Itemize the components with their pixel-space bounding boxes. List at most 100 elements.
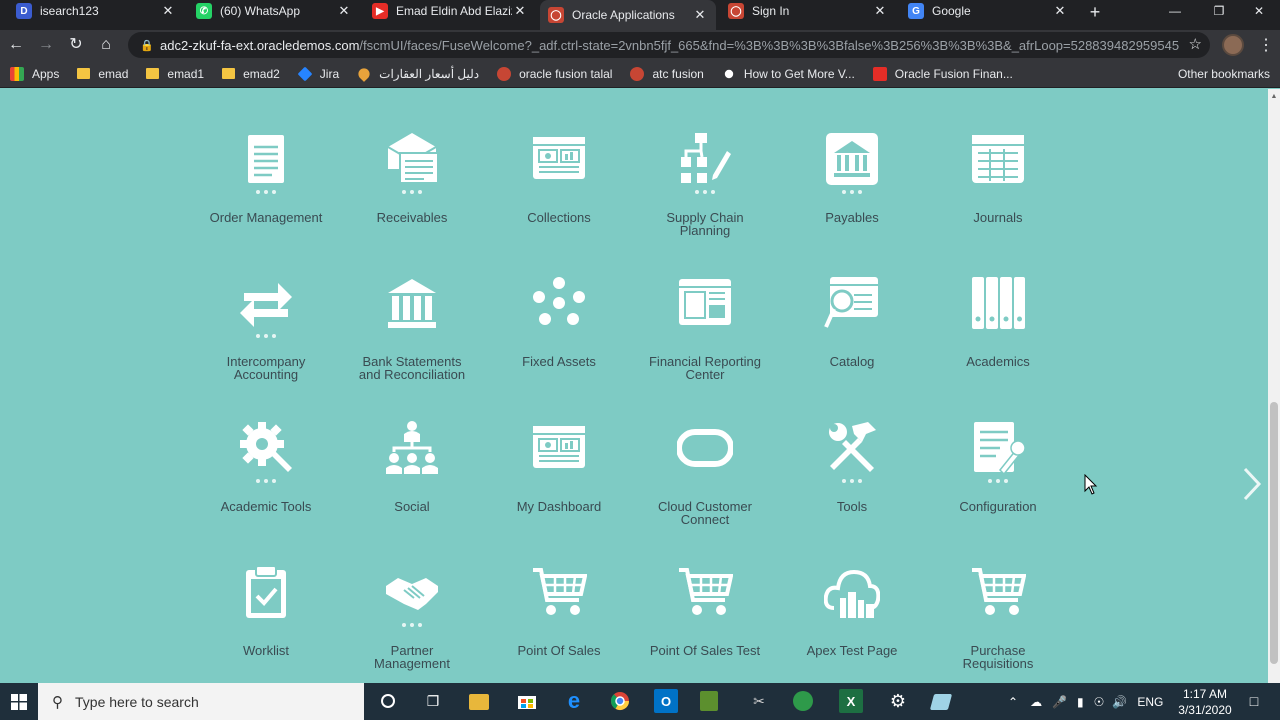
tile-label: Intercompany Accounting: [226, 354, 306, 382]
new-tab-button[interactable]: +: [1086, 3, 1104, 21]
internet-explorer-icon[interactable]: e: [562, 688, 586, 713]
wifi-icon[interactable]: ☉: [1094, 695, 1105, 709]
taskbar-search-placeholder: Type here to search: [75, 693, 199, 710]
show-hidden-icons-chevron-icon[interactable]: ⌃: [1008, 695, 1018, 709]
task-view-icon[interactable]: ❐: [421, 689, 445, 713]
close-tab-icon[interactable]: ✕: [336, 3, 352, 19]
tab-title: Emad Eldin Abd Elaziz -: [396, 4, 512, 18]
more-options-dots-icon[interactable]: [256, 190, 276, 196]
snipping-tool-icon[interactable]: ✂: [747, 689, 771, 713]
green-app-icon[interactable]: [793, 691, 813, 711]
more-options-dots-icon[interactable]: [402, 190, 422, 196]
envelope-invoice-icon: [387, 133, 439, 184]
other-bookmarks[interactable]: Other bookmarks: [1157, 67, 1270, 81]
next-page-arrow-icon[interactable]: [1240, 464, 1264, 504]
close-tab-icon[interactable]: ✕: [1052, 3, 1068, 19]
profile-avatar[interactable]: [1222, 34, 1244, 56]
back-arrow-icon[interactable]: ←: [6, 35, 26, 55]
bookmark-item[interactable]: emad1: [146, 67, 204, 81]
bank-building-icon: [826, 133, 878, 185]
bookmark-item[interactable]: Apps: [10, 66, 59, 81]
bookmark-label: How to Get More V...: [743, 66, 855, 81]
search-icon: ⚲: [52, 693, 63, 711]
apps-grid-icon: [10, 66, 24, 81]
vertical-scrollbar[interactable]: ▲: [1268, 89, 1280, 683]
bank-columns-icon: [388, 279, 436, 328]
scroll-up-arrow-icon[interactable]: ▲: [1270, 93, 1278, 101]
more-options-dots-icon[interactable]: [695, 190, 715, 196]
browser-tab[interactable]: ◯ Sign In ✕: [720, 0, 896, 22]
tab-title: Oracle Applications: [572, 8, 675, 22]
folder-icon: [1157, 69, 1170, 80]
tile-label: Apex Test Page: [806, 643, 898, 658]
bookmark-item[interactable]: Jira: [297, 66, 339, 81]
tile-label: Worklist: [243, 643, 289, 658]
reload-icon[interactable]: ↻: [66, 35, 86, 55]
volume-icon[interactable]: 🔊: [1112, 695, 1127, 709]
close-window-button[interactable]: ✕: [1236, 0, 1280, 22]
folder-icon: [222, 68, 236, 79]
project-file-icon[interactable]: [700, 691, 718, 711]
more-options-dots-icon[interactable]: [256, 334, 276, 340]
notepad-icon[interactable]: [929, 694, 953, 710]
store-icon[interactable]: [515, 689, 539, 713]
windows-start-button[interactable]: [0, 683, 38, 720]
cloud-city-icon: [824, 569, 880, 618]
close-tab-icon[interactable]: ✕: [160, 3, 176, 19]
bookmark-item[interactable]: oracle fusion talal: [497, 66, 612, 81]
file-explorer-icon[interactable]: [469, 694, 489, 710]
notifications-icon[interactable]: □: [1242, 689, 1266, 713]
tile-label: Bank Statements and Reconciliation: [358, 354, 466, 382]
language-indicator[interactable]: ENG: [1137, 695, 1163, 709]
bookmark-item[interactable]: How to Get More V...: [722, 67, 855, 81]
clock-date: 3/31/2020: [1178, 703, 1232, 717]
folder-icon: [77, 68, 91, 79]
supply-chain-icon: [681, 133, 731, 183]
bookmark-item[interactable]: دليل أسعار العقارات: [356, 65, 480, 82]
gear-wrench-icon: [240, 422, 292, 472]
bookmark-item[interactable]: emad: [77, 67, 128, 81]
forward-arrow-icon[interactable]: →: [36, 35, 56, 55]
close-tab-icon[interactable]: ✕: [692, 7, 708, 23]
youtube-icon: [872, 66, 887, 81]
browser-tab[interactable]: ▶ Emad Eldin Abd Elaziz - ✕: [364, 0, 536, 22]
battery-icon[interactable]: ▮: [1077, 695, 1084, 709]
url-path: /fscmUI/faces/FuseWelcome?_adf.ctrl-stat…: [359, 37, 1180, 53]
exchange-arrows-icon: [240, 283, 292, 327]
oracle-icon: ◯: [548, 7, 564, 23]
close-tab-icon[interactable]: ✕: [512, 3, 528, 19]
browser-tab[interactable]: ◯ Oracle Applications ✕: [540, 0, 716, 30]
home-icon[interactable]: ⌂: [96, 35, 116, 55]
browser-tab[interactable]: Disearch123 ✕: [8, 0, 184, 22]
scrollbar-thumb[interactable]: [1270, 402, 1278, 664]
browser-tab[interactable]: ✆ (60) WhatsApp ✕: [188, 0, 360, 22]
more-options-dots-icon[interactable]: [256, 479, 276, 485]
more-options-dots-icon[interactable]: [988, 479, 1008, 485]
close-tab-icon[interactable]: ✕: [872, 3, 888, 19]
bookmark-item[interactable]: emad2: [222, 67, 280, 81]
taskbar-search-box[interactable]: ⚲ Type here to search: [38, 683, 364, 720]
chrome-icon[interactable]: [608, 689, 632, 713]
cortana-icon[interactable]: [376, 689, 400, 713]
outlook-icon[interactable]: O: [654, 689, 678, 713]
google-icon: G: [908, 3, 924, 19]
browser-menu-icon[interactable]: ⋮: [1258, 35, 1274, 55]
bookmark-item[interactable]: atc fusion: [630, 66, 704, 81]
more-options-dots-icon[interactable]: [842, 190, 862, 196]
more-options-dots-icon[interactable]: [842, 479, 862, 485]
settings-gear-icon[interactable]: ⚙: [886, 689, 910, 713]
bookmark-star-icon[interactable]: ☆: [1189, 35, 1202, 53]
bookmark-label: atc fusion: [652, 66, 704, 81]
previous-row-labels-cut: ​: [0, 89, 1280, 95]
bookmark-label: دليل أسعار العقارات: [379, 66, 480, 81]
cloud-sync-icon[interactable]: ☁: [1030, 695, 1042, 709]
minimize-button[interactable]: —: [1152, 0, 1198, 22]
bookmark-item[interactable]: Oracle Fusion Finan...: [872, 66, 1013, 81]
microphone-icon[interactable]: 🎤: [1052, 695, 1067, 709]
tile-label: Cloud Customer Connect: [658, 499, 752, 527]
excel-icon[interactable]: X: [839, 689, 863, 713]
address-bar[interactable]: 🔒 adc2-zkuf-fa-ext.oracledemos.com/fscmU…: [128, 32, 1210, 58]
browser-tab[interactable]: G Google ✕: [900, 0, 1076, 22]
taskbar-clock[interactable]: 1:17 AM 3/31/2020: [1170, 686, 1240, 718]
more-options-dots-icon[interactable]: [402, 623, 422, 629]
